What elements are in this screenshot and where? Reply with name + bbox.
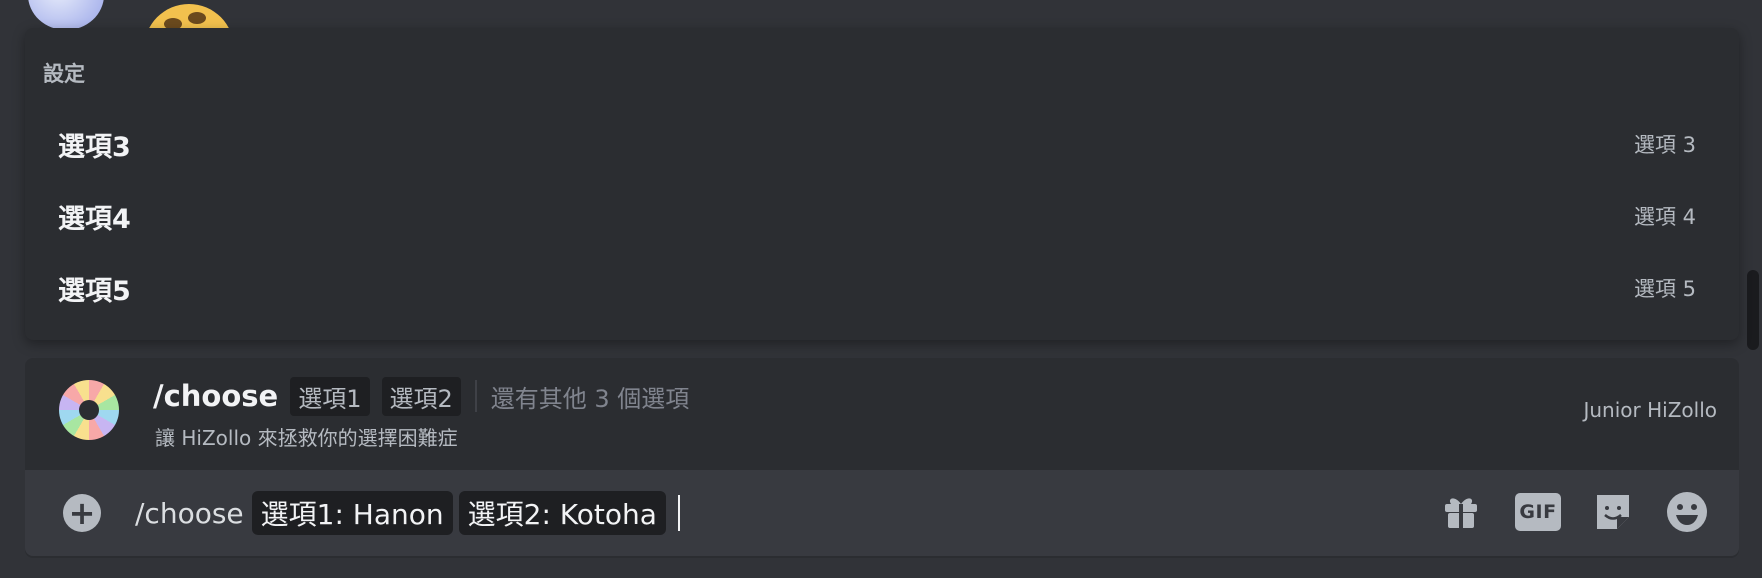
option-description: 選項 4 xyxy=(1633,205,1696,229)
option-item[interactable]: 選項5 選項 5 xyxy=(58,258,1718,318)
discord-chat-view: 設定 選項3 選項 3 選項4 選項 4 選項5 選項 5 /choose 選項… xyxy=(0,0,1762,578)
message-input[interactable]: /choose 選項1: Hanon 選項2: Kotoha xyxy=(135,490,680,536)
command-param-chip: 選項2 xyxy=(381,376,461,416)
message-input-bar: + /choose 選項1: Hanon 選項2: Kotoha GIF xyxy=(25,470,1739,556)
option-description: 選項 3 xyxy=(1633,133,1696,157)
command-name: /choose xyxy=(153,379,279,413)
gift-icon[interactable] xyxy=(1439,490,1483,534)
popup-title: 設定 xyxy=(43,62,85,86)
option-description: 選項 5 xyxy=(1633,277,1696,301)
autocomplete-popup: 設定 選項3 選項 3 選項4 選項 4 選項5 選項 5 xyxy=(25,28,1739,340)
input-command: /choose xyxy=(135,496,244,530)
more-options-text: 還有其他 3 個選項 xyxy=(490,384,690,413)
bot-avatar-icon xyxy=(59,380,119,440)
command-description: 讓 HiZollo 來拯救你的選擇困難症 xyxy=(155,426,458,450)
option-item[interactable]: 選項4 選項 4 xyxy=(58,186,1718,246)
sticker-icon[interactable] xyxy=(1591,490,1635,534)
gif-label: GIF xyxy=(1515,493,1561,531)
plus-circle-icon[interactable]: + xyxy=(63,494,101,532)
message-avatar[interactable] xyxy=(28,0,104,30)
input-param-chip[interactable]: 選項2: Kotoha xyxy=(458,491,666,535)
bot-name: Junior HiZollo xyxy=(1583,398,1717,422)
divider xyxy=(474,380,477,412)
option-label: 選項3 xyxy=(58,131,131,163)
option-label: 選項5 xyxy=(58,275,131,307)
gif-button[interactable]: GIF xyxy=(1513,490,1563,534)
option-item[interactable]: 選項3 選項 3 xyxy=(58,114,1718,174)
command-signature: /choose 選項1 選項2 還有其他 3 個選項 xyxy=(153,376,689,416)
command-param-chip: 選項1 xyxy=(290,376,370,416)
emoji-icon[interactable] xyxy=(1665,490,1709,534)
option-label: 選項4 xyxy=(58,203,131,235)
scrollbar-thumb[interactable] xyxy=(1747,270,1759,350)
input-param-chip[interactable]: 選項1: Hanon xyxy=(251,491,453,535)
text-caret xyxy=(677,495,680,531)
